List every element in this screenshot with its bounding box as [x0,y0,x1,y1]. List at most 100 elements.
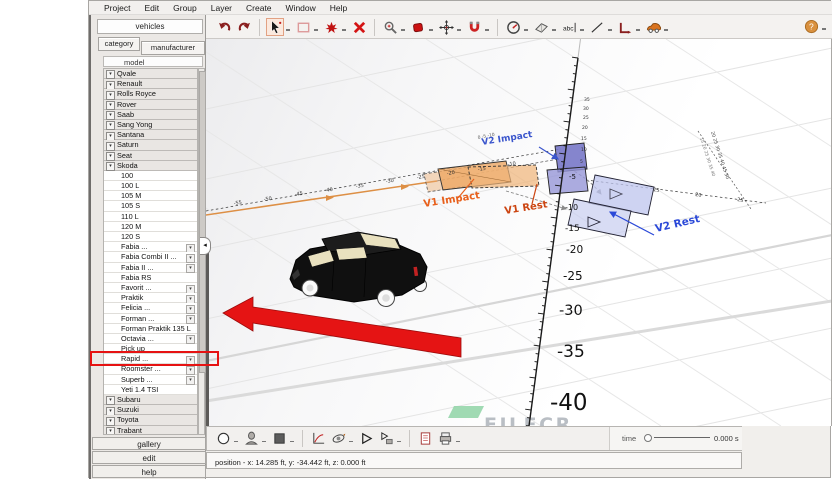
expander-icon[interactable]: ▾ [106,417,115,426]
list-item-yeti-1-4-tsi[interactable]: Yeti 1.4 TSI [104,385,197,395]
tab-manufacturer[interactable]: manufacturer [141,41,205,55]
list-item-fabia[interactable]: Fabia ...▾ [104,242,197,252]
rect-select-icon-dropdown[interactable] [314,29,318,31]
expander-icon[interactable]: ▾ [106,70,115,79]
expander-icon[interactable]: ▾ [106,111,115,120]
move-tool-icon-dropdown[interactable] [457,29,461,31]
help-button[interactable] [802,17,820,35]
list-item-fabia-rs[interactable]: Fabia RS [104,273,197,283]
person-tool-icon-dropdown[interactable] [262,441,266,443]
list-item-rolls-royce[interactable]: ▾Rolls Royce [104,89,197,99]
list-item-100-l[interactable]: 100 L [104,181,197,191]
sidebar-collapse-handle[interactable]: ◂ [200,237,211,255]
play-options-icon[interactable] [377,430,395,448]
menu-help[interactable]: Help [323,3,354,13]
magnet-tool-icon-dropdown[interactable] [485,29,489,31]
car-model[interactable] [290,232,427,307]
time-slider-knob[interactable] [644,434,652,442]
menu-project[interactable]: Project [97,3,137,13]
expander-icon[interactable]: ▾ [106,427,115,435]
expander-icon[interactable]: ▾ [106,101,115,110]
line-tool-icon[interactable] [588,18,606,36]
redo-icon[interactable] [235,18,253,36]
list-item-superb[interactable]: Superb ...▾ [104,375,197,385]
surface-tool-icon[interactable] [532,18,550,36]
solid-tool-icon[interactable] [409,18,427,36]
undo-icon[interactable] [215,18,233,36]
list-item-praktik[interactable]: Praktik▾ [104,293,197,303]
viewport-3d[interactable]: FILECR .com [206,39,832,426]
list-item-octavia[interactable]: Octavia ...▾ [104,334,197,344]
list-item-fabia-ii[interactable]: Fabia II ...▾ [104,263,197,273]
list-item-rover[interactable]: ▾Rover [104,100,197,110]
text-tool-icon-dropdown[interactable] [580,29,584,31]
help-panel-button[interactable]: help [92,465,206,478]
list-item-forman[interactable]: Forman ...▾ [104,314,197,324]
select-cursor-icon-dropdown[interactable] [286,29,290,31]
list-item-120-s[interactable]: 120 S [104,232,197,242]
surface-tool-icon-dropdown[interactable] [552,29,556,31]
gallery-button[interactable]: gallery [92,437,206,450]
list-item-saab[interactable]: ▾Saab [104,110,197,120]
list-item-110-l[interactable]: 110 L [104,212,197,222]
solid-box-tool-icon-dropdown[interactable] [290,441,294,443]
diagram-tool-icon[interactable] [309,430,327,448]
expander-icon[interactable]: ▾ [106,142,115,151]
select-cursor-icon[interactable] [266,18,284,36]
report-icon[interactable] [416,430,434,448]
list-item-subaru[interactable]: ▾Subaru [104,395,197,405]
list-item-100[interactable]: 100 [104,171,197,181]
menu-window[interactable]: Window [279,3,323,13]
list-item-toyota[interactable]: ▾Toyota [104,415,197,425]
angle-tool-icon-dropdown[interactable] [636,29,640,31]
delete-icon[interactable] [350,18,368,36]
solid-box-tool-icon[interactable] [270,430,288,448]
print-icon-dropdown[interactable] [456,441,460,443]
orbit-view-icon[interactable] [329,430,347,448]
list-item-105-m[interactable]: 105 M [104,191,197,201]
expander-icon[interactable]: ▾ [106,152,115,161]
list-item-renault[interactable]: ▾Renault [104,79,197,89]
list-item-suzuki[interactable]: ▾Suzuki [104,405,197,415]
move-tool-icon[interactable] [437,18,455,36]
list-item-felicia[interactable]: Felicia ...▾ [104,303,197,313]
orbit-view-icon-dropdown[interactable] [349,441,353,443]
collision-tool-icon[interactable] [322,18,340,36]
list-item-skoda[interactable]: ▾Skoda [104,161,197,171]
list-item-santana[interactable]: ▾Santana [104,130,197,140]
edit-button[interactable]: edit [92,451,206,464]
vehicle-tool-icon-dropdown[interactable] [664,29,668,31]
list-item-favorit[interactable]: Favorit ...▾ [104,283,197,293]
menu-create[interactable]: Create [239,3,279,13]
print-icon[interactable] [436,430,454,448]
vehicle-tool-icon[interactable] [644,18,662,36]
vehicle-list[interactable]: ▾Qvale▾Renault▾Rolls Royce▾Rover▾Saab▾Sa… [103,68,198,435]
list-item-trabant[interactable]: ▾Trabant [104,426,197,435]
time-slider-track[interactable] [654,437,710,438]
list-item-105-s[interactable]: 105 S [104,201,197,211]
menu-group[interactable]: Group [166,3,204,13]
collision-tool-icon-dropdown[interactable] [342,29,346,31]
expander-icon[interactable]: ▾ [106,121,115,130]
ellipse-tool-icon[interactable] [214,430,232,448]
play-icon[interactable] [357,430,375,448]
zoom-tool-icon[interactable] [381,18,399,36]
list-item-sang-yong[interactable]: ▾Sang Yong [104,120,197,130]
gauge-tool-icon[interactable] [504,18,522,36]
menu-edit[interactable]: Edit [137,3,166,13]
list-item-saturn[interactable]: ▾Saturn [104,140,197,150]
scrollbar-thumb[interactable] [199,71,206,373]
expander-icon[interactable]: ▾ [106,132,115,141]
expander-icon[interactable]: ▾ [106,396,115,405]
solid-tool-icon-dropdown[interactable] [429,29,433,31]
list-item-fabia-combi-ii[interactable]: Fabia Combi II ...▾ [104,252,197,262]
list-item-forman-praktik-135-l[interactable]: Forman Praktik 135 L [104,324,197,334]
expander-icon[interactable]: ▾ [106,162,115,171]
play-options-icon-dropdown[interactable] [397,441,401,443]
zoom-tool-icon-dropdown[interactable] [401,29,405,31]
rect-select-icon[interactable] [294,18,312,36]
line-tool-icon-dropdown[interactable] [608,29,612,31]
magnet-tool-icon[interactable] [465,18,483,36]
list-item-120-m[interactable]: 120 M [104,222,197,232]
person-tool-icon[interactable] [242,430,260,448]
